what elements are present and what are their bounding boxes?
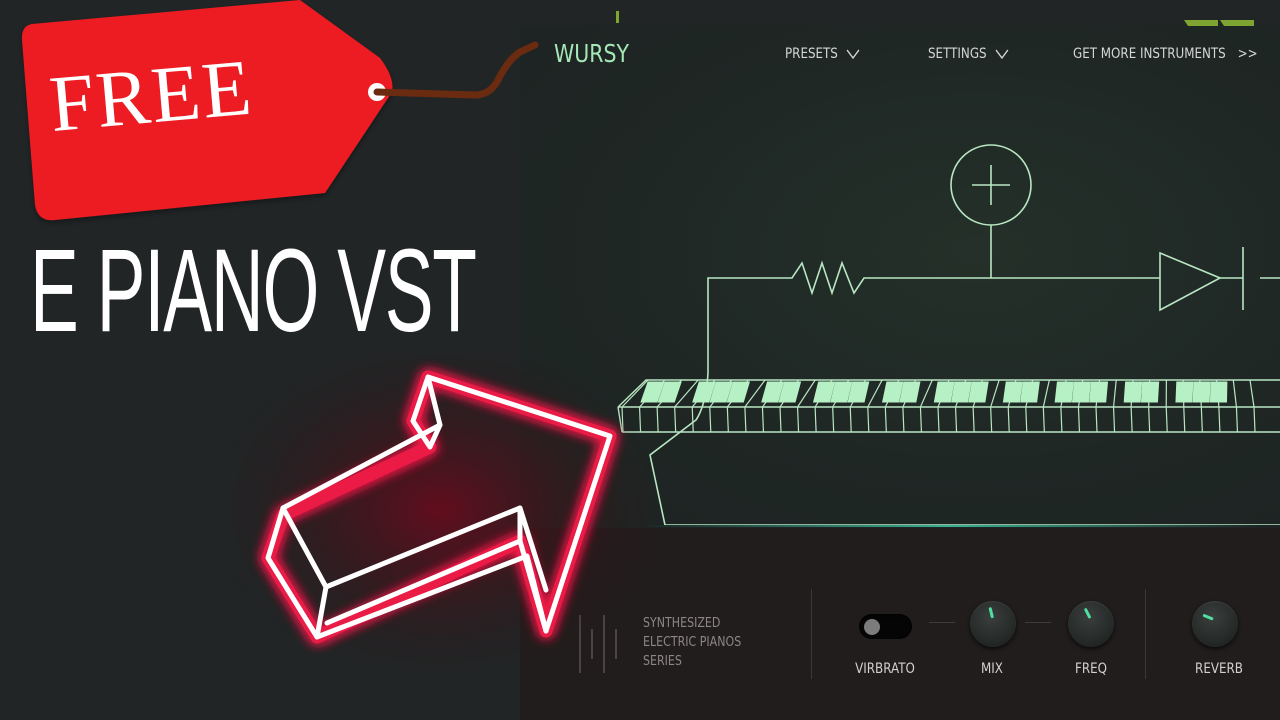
freq-knob-indicator — [1083, 607, 1092, 619]
reverb-knob[interactable] — [1192, 601, 1238, 647]
mix-knob-indicator — [988, 607, 994, 619]
white-key-front — [1130, 406, 1133, 433]
resistor-symbol — [707, 260, 1160, 373]
tag-string — [373, 41, 539, 99]
white-key-front — [937, 406, 940, 433]
white-key-front — [884, 406, 887, 433]
white-key-front — [919, 406, 923, 433]
white-key-front — [1042, 406, 1045, 433]
white-key-divider — [1042, 379, 1050, 408]
black-key — [882, 381, 904, 403]
series-line-2: ELECTRIC PIANOS — [643, 635, 742, 650]
vibrato-toggle[interactable] — [859, 614, 912, 639]
headline-text: E PIANO VST — [30, 225, 477, 357]
white-key-front — [1218, 406, 1221, 433]
white-key-front — [902, 406, 905, 433]
white-key-front — [814, 406, 817, 433]
white-key-front — [1112, 406, 1116, 433]
black-key — [1209, 381, 1228, 403]
white-key-divider — [1249, 379, 1255, 408]
connector-line — [929, 622, 955, 623]
white-key-front — [744, 406, 747, 433]
section-divider — [1145, 589, 1146, 679]
neon-arrow-icon — [230, 350, 650, 670]
white-key-front — [849, 406, 852, 433]
reverb-label: REVERB — [1195, 661, 1243, 677]
freq-label: FREQ — [1074, 661, 1108, 677]
white-key-divider — [867, 379, 883, 408]
amplifier-symbol — [1159, 251, 1222, 312]
white-key-divider — [990, 379, 1000, 408]
white-key-front — [1025, 406, 1028, 433]
white-key-front — [779, 406, 782, 433]
free-label: FREE — [46, 43, 257, 150]
reverb-knob-indicator — [1202, 613, 1214, 621]
white-key-divider — [919, 379, 933, 408]
black-key — [933, 381, 955, 403]
white-key-front — [1077, 406, 1081, 433]
toggle-thumb — [864, 619, 880, 635]
black-key — [1054, 381, 1074, 403]
white-key-front — [1235, 406, 1239, 433]
white-key-front — [972, 406, 975, 433]
black-key — [1140, 381, 1160, 403]
vibrato-label: VIRBRATO — [855, 661, 915, 677]
mix-label: MIX — [981, 661, 1003, 677]
black-key — [1002, 381, 1023, 403]
white-key-front — [1060, 406, 1063, 433]
white-key-front — [1007, 406, 1010, 433]
black-key — [1123, 381, 1143, 403]
white-key-front — [1183, 406, 1186, 433]
white-key-front — [674, 406, 677, 433]
series-description: SYNTHESIZED ELECTRIC PIANOS SERIES — [643, 614, 741, 671]
series-line-1: SYNTHESIZED — [643, 616, 721, 631]
white-key-front — [726, 406, 729, 433]
black-key — [1089, 381, 1109, 403]
white-key-front — [1148, 406, 1151, 433]
black-key — [899, 381, 921, 403]
white-key-divider — [1112, 379, 1117, 408]
black-key — [968, 381, 989, 403]
black-key — [951, 381, 972, 403]
freq-knob[interactable] — [1068, 601, 1114, 647]
white-key-front — [656, 406, 659, 433]
white-key-front — [1253, 406, 1256, 433]
divider-glow-line — [640, 525, 1260, 527]
white-key-front — [691, 406, 694, 433]
white-key-front — [796, 406, 800, 433]
section-divider — [811, 589, 812, 679]
black-key — [1020, 381, 1040, 403]
connector-line — [1025, 622, 1051, 623]
white-key-front — [761, 406, 765, 433]
black-key — [1071, 381, 1091, 403]
white-key-front — [1095, 406, 1098, 433]
white-key-front — [709, 406, 712, 433]
white-key-front — [1200, 406, 1203, 433]
mix-knob[interactable] — [970, 601, 1016, 647]
piano-keyboard — [617, 379, 1280, 433]
white-key-divider — [1232, 379, 1238, 408]
white-key-front — [1165, 406, 1168, 433]
black-key — [1175, 381, 1194, 403]
white-key-front — [990, 406, 993, 433]
white-key-front — [832, 406, 835, 433]
black-key — [1192, 381, 1211, 403]
top-accent-marks — [616, 11, 619, 23]
white-key-front — [867, 406, 870, 433]
white-key-front — [954, 406, 958, 433]
series-line-3: SERIES — [643, 654, 682, 669]
